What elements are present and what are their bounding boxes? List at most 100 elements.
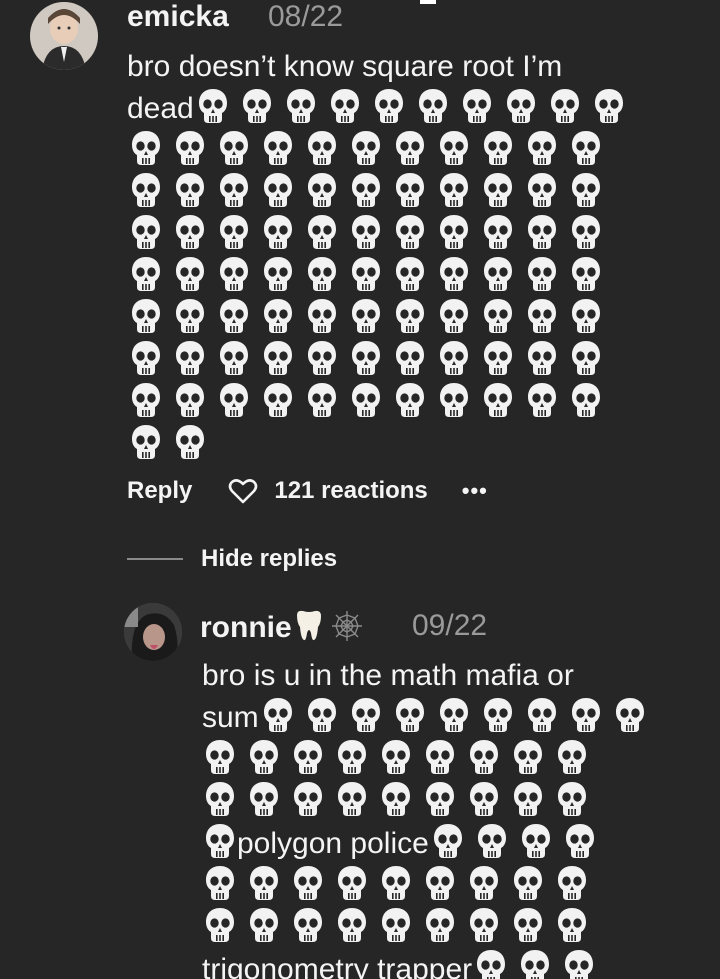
skull-icon	[557, 865, 587, 901]
skull-icon	[381, 781, 411, 817]
reply-button[interactable]: Reply	[127, 477, 192, 505]
comment-date: 08/22	[268, 0, 344, 33]
skull-icon	[557, 907, 587, 943]
skull-icon	[550, 88, 580, 124]
skull-icon	[131, 298, 161, 334]
skull-icon	[469, 739, 499, 775]
skull-icon	[527, 172, 557, 208]
skull-icon	[483, 697, 513, 733]
reply-username[interactable]: ronnie	[200, 609, 364, 645]
skull-icon	[506, 88, 536, 124]
hide-replies-button[interactable]: Hide replies	[127, 542, 337, 576]
skull-row	[131, 382, 615, 424]
skull-icon	[249, 907, 279, 943]
skull-icon	[205, 781, 235, 817]
skull-icon	[263, 172, 293, 208]
skull-icon	[425, 907, 455, 943]
skull-row	[205, 865, 601, 907]
hide-replies-label: Hide replies	[201, 545, 338, 572]
skull-icon	[462, 88, 492, 124]
skull-icon	[205, 739, 235, 775]
skull-icon	[439, 298, 469, 334]
skull-icon	[330, 88, 360, 124]
skull-icon	[483, 214, 513, 250]
skull-icon	[483, 298, 513, 334]
skull-icon	[205, 823, 235, 859]
avatar-emicka-image	[30, 2, 98, 70]
skull-row	[205, 781, 601, 823]
skull-row	[131, 172, 615, 214]
skull-icon	[249, 865, 279, 901]
skull-icon	[439, 130, 469, 166]
skull-icon	[439, 214, 469, 250]
skull-row	[131, 130, 615, 172]
skull-icon	[351, 172, 381, 208]
skull-icon	[418, 88, 448, 124]
comment-text-2: dead	[127, 92, 194, 125]
skull-icon	[571, 298, 601, 334]
skull-icon	[293, 907, 323, 943]
reactions-count: 121 reactions	[274, 477, 428, 504]
skull-icon	[395, 340, 425, 376]
comment-actions: Reply 121 reactions •••	[127, 474, 488, 508]
skull-icon	[395, 298, 425, 334]
skull-icon	[395, 256, 425, 292]
skull-icon	[219, 298, 249, 334]
skull-icon	[175, 382, 205, 418]
skull-icon	[565, 823, 595, 859]
reply-line-polygon: polygon police	[205, 823, 609, 865]
skull-icon	[520, 949, 550, 979]
skull-icon	[527, 340, 557, 376]
skull-icon	[564, 949, 594, 979]
skull-icon	[219, 340, 249, 376]
skull-icon	[263, 130, 293, 166]
skull-icon	[175, 298, 205, 334]
skull-icon	[249, 781, 279, 817]
skull-icon	[476, 949, 506, 979]
skull-icon	[205, 907, 235, 943]
skull-row	[131, 256, 615, 298]
spider-web-icon	[331, 611, 362, 641]
skull-icon	[175, 172, 205, 208]
skull-icon	[219, 256, 249, 292]
skull-icon	[395, 382, 425, 418]
skull-icon	[307, 298, 337, 334]
skull-icon	[381, 907, 411, 943]
skull-icon	[527, 298, 557, 334]
skull-icon	[219, 130, 249, 166]
skull-icon	[351, 382, 381, 418]
skull-icon	[483, 256, 513, 292]
skull-icon	[307, 256, 337, 292]
skull-icon	[483, 172, 513, 208]
skull-icon	[131, 214, 161, 250]
more-options-button[interactable]: •••	[462, 478, 488, 504]
tooth-icon	[296, 610, 321, 641]
skull-icon	[483, 130, 513, 166]
skull-icon	[513, 907, 543, 943]
skull-icon	[521, 823, 551, 859]
skull-icon	[351, 256, 381, 292]
skull-icon	[351, 697, 381, 733]
skull-icon	[131, 172, 161, 208]
skull-icon	[351, 130, 381, 166]
skull-row	[131, 424, 219, 466]
skull-icon	[263, 382, 293, 418]
comment-username[interactable]: emicka	[127, 0, 229, 34]
skull-icon	[351, 340, 381, 376]
skull-icon	[527, 256, 557, 292]
skull-icon	[425, 739, 455, 775]
skull-icon	[307, 214, 337, 250]
skull-icon	[198, 88, 228, 124]
skull-icon	[439, 340, 469, 376]
avatar-emicka[interactable]	[30, 2, 98, 70]
reply-text-trig: trigonometry trapper	[202, 953, 473, 979]
reply-username-text: ronnie	[200, 611, 292, 644]
avatar-ronnie[interactable]	[124, 603, 182, 661]
skull-icon	[307, 130, 337, 166]
reactions-button[interactable]: 121 reactions	[228, 477, 428, 505]
skull-icon	[131, 256, 161, 292]
reply-date: 09/22	[412, 609, 488, 642]
skull-icon	[483, 382, 513, 418]
reply-line-1: bro is u in the math mafia or	[202, 655, 574, 697]
reply-text-2: sum	[202, 701, 259, 734]
